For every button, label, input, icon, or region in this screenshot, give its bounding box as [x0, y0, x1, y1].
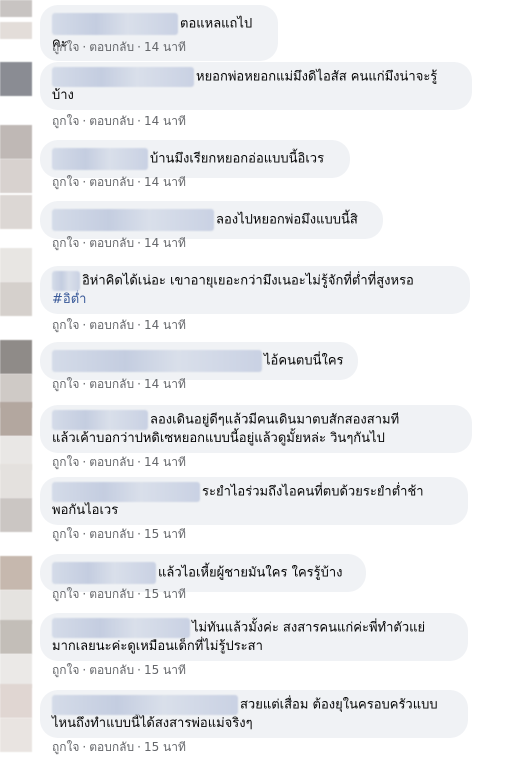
- reply-link[interactable]: ตอบกลับ: [89, 175, 134, 189]
- comment-feed: ตอแหลแถไปคะ ถูกใจ · ตอบกลับ · 14 นาที หยอกพ่…: [0, 0, 522, 784]
- comment-text-line-2: บ้าง: [52, 88, 74, 103]
- avatar[interactable]: [0, 195, 32, 229]
- comment-timestamp[interactable]: 15 นาที: [144, 740, 186, 754]
- comment-meta: ถูกใจ · ตอบกลับ · 14 นาที: [52, 318, 186, 332]
- like-link[interactable]: ถูกใจ: [52, 740, 79, 754]
- like-link[interactable]: ถูกใจ: [52, 114, 79, 128]
- comment-timestamp[interactable]: 14 นาที: [144, 318, 186, 332]
- avatar[interactable]: [0, 62, 32, 96]
- comment-timestamp[interactable]: 14 นาที: [144, 40, 186, 54]
- like-link[interactable]: ถูกใจ: [52, 663, 79, 677]
- comment-timestamp[interactable]: 14 นาที: [144, 175, 186, 189]
- avatar[interactable]: [0, 340, 32, 374]
- avatar[interactable]: [0, 22, 32, 39]
- commenter-name[interactable]: [52, 562, 156, 584]
- comment-timestamp[interactable]: 14 นาที: [144, 236, 186, 250]
- like-link[interactable]: ถูกใจ: [52, 236, 79, 250]
- comment-bubble: อิห่าคิดได้เน่อะ เขาอายุเยอะกว่ามึงเนอะไ…: [40, 266, 470, 314]
- comment-text-line-2: พอกันไอเวร: [52, 503, 119, 518]
- comment-timestamp[interactable]: 14 นาที: [144, 455, 186, 469]
- reply-link[interactable]: ตอบกลับ: [89, 740, 134, 754]
- comment-bubble: ระยำไอร่วมถึงไอคนที่ตบด้วยระยำต่ำช้า พอก…: [40, 477, 468, 525]
- avatar[interactable]: [0, 282, 32, 316]
- comment-text: ไอ้คนตบนี่ใคร: [264, 353, 344, 369]
- comment-meta: ถูกใจ · ตอบกลับ · 15 นาที: [52, 527, 186, 541]
- avatar[interactable]: [0, 0, 32, 17]
- comment-meta: ถูกใจ · ตอบกลับ · 14 นาที: [52, 236, 186, 250]
- comment-meta: ถูกใจ · ตอบกลับ · 14 นาที: [52, 377, 186, 391]
- like-link[interactable]: ถูกใจ: [52, 587, 79, 601]
- comment-timestamp[interactable]: 15 นาที: [144, 587, 186, 601]
- avatar[interactable]: [0, 464, 32, 498]
- comment-bubble: ไม่ทันแล้วมั้งค่ะ สงสารคนแก่ค่ะพี่ทำตัวแ…: [40, 613, 468, 661]
- comment-bubble: ลองเดินอยู่ดีๆแล้วมีคนเดินมาตบสักสองสามท…: [40, 405, 472, 453]
- comment-bubble: ลองไปหยอกพ่อมึงแบบนี้สิ: [40, 201, 383, 239]
- avatar[interactable]: [0, 248, 32, 282]
- reply-link[interactable]: ตอบกลับ: [89, 236, 134, 250]
- commenter-name[interactable]: [52, 482, 200, 502]
- avatar[interactable]: [0, 498, 32, 532]
- comment-text: บ้านมึงเรียกหยอกอ่อแบบนี้อิเวร: [150, 151, 325, 167]
- avatar[interactable]: [0, 684, 32, 718]
- like-link[interactable]: ถูกใจ: [52, 175, 79, 189]
- avatar[interactable]: [0, 159, 32, 193]
- comment-text-line-1: ระยำไอร่วมถึงไอคนที่ตบด้วยระยำต่ำช้า: [202, 484, 424, 500]
- reply-link[interactable]: ตอบกลับ: [89, 527, 134, 541]
- comment-timestamp[interactable]: 14 นาที: [144, 114, 186, 128]
- comment-meta: ถูกใจ · ตอบกลับ · 15 นาที: [52, 663, 186, 677]
- commenter-name[interactable]: [52, 410, 148, 430]
- comment-text-line-2: ไหนถึงทำแบบนี้ได้สงสารพ่อแม่จริงๆ: [52, 716, 253, 731]
- commenter-name[interactable]: [52, 67, 194, 87]
- comment-text-line-1: ไม่ทันแล้วมั้งค่ะ สงสารคนแก่ค่ะพี่ทำตัวแ…: [192, 620, 426, 636]
- reply-link[interactable]: ตอบกลับ: [89, 40, 134, 54]
- reply-link[interactable]: ตอบกลับ: [89, 587, 134, 601]
- comment-meta: ถูกใจ · ตอบกลับ · 14 นาที: [52, 175, 186, 189]
- like-link[interactable]: ถูกใจ: [52, 377, 79, 391]
- avatar[interactable]: [0, 402, 32, 436]
- comment-timestamp[interactable]: 15 นาที: [144, 663, 186, 677]
- reply-link[interactable]: ตอบกลับ: [89, 377, 134, 391]
- reply-link[interactable]: ตอบกลับ: [89, 663, 134, 677]
- commenter-name[interactable]: [52, 209, 214, 231]
- comment-bubble: บ้านมึงเรียกหยอกอ่อแบบนี้อิเวร: [40, 140, 350, 178]
- comment-meta: ถูกใจ · ตอบกลับ · 14 นาที: [52, 455, 186, 469]
- comment-meta: ถูกใจ · ตอบกลับ · 15 นาที: [52, 587, 186, 601]
- avatar[interactable]: [0, 125, 32, 159]
- comment-meta: ถูกใจ · ตอบกลับ · 15 นาที: [52, 740, 186, 754]
- like-link[interactable]: ถูกใจ: [52, 455, 79, 469]
- avatar[interactable]: [0, 620, 32, 654]
- commenter-name[interactable]: [52, 618, 190, 638]
- commenter-name[interactable]: [52, 13, 178, 35]
- comment-timestamp[interactable]: 15 นาที: [144, 527, 186, 541]
- avatar[interactable]: [0, 654, 32, 688]
- reply-link[interactable]: ตอบกลับ: [89, 114, 134, 128]
- comment-text-line-1: ลองเดินอยู่ดีๆแล้วมีคนเดินมาตบสักสองสามท…: [150, 412, 400, 428]
- comment-text: แล้วไอเหี้ยผู้ชายมันใคร ใครรู้บ้าง: [158, 565, 343, 581]
- hashtag-link[interactable]: #อิต่ำ: [52, 291, 458, 309]
- comment-meta: ถูกใจ · ตอบกลับ · 14 นาที: [52, 114, 186, 128]
- commenter-name[interactable]: [52, 350, 262, 372]
- comment-bubble: ไอ้คนตบนี่ใคร: [40, 342, 358, 380]
- reply-link[interactable]: ตอบกลับ: [89, 455, 134, 469]
- comment-text-line-1: อิห่าคิดได้เน่อะ เขาอายุเยอะกว่ามึงเนอะไ…: [82, 273, 414, 289]
- like-link[interactable]: ถูกใจ: [52, 527, 79, 541]
- comment-meta: ถูกใจ · ตอบกลับ · 14 นาที: [52, 40, 186, 54]
- comment-text-line-1: สวยแต่เสื่อม ต้องยุในครอบครัวแบบ: [240, 697, 438, 713]
- comment-text-line-2: มากเลยนะค่ะดูเหมือนเด็กที่ไม่รู้ประสา: [52, 639, 263, 654]
- comment-text: ลองไปหยอกพ่อมึงแบบนี้สิ: [216, 212, 358, 228]
- commenter-name[interactable]: [52, 148, 148, 170]
- comment-bubble: สวยแต่เสื่อม ต้องยุในครอบครัวแบบ ไหนถึงท…: [40, 690, 468, 738]
- commenter-name[interactable]: [52, 695, 238, 715]
- like-link[interactable]: ถูกใจ: [52, 40, 79, 54]
- comment-text-line-1: หยอกพ่อหยอกแม่มึงดิไอสัส คนแก่มึงน่าจะรู…: [196, 69, 438, 85]
- comment-bubble: หยอกพ่อหยอกแม่มึงดิไอสัส คนแก่มึงน่าจะรู…: [40, 62, 472, 110]
- like-link[interactable]: ถูกใจ: [52, 318, 79, 332]
- avatar[interactable]: [0, 718, 32, 752]
- comment-timestamp[interactable]: 14 นาที: [144, 377, 186, 391]
- avatar[interactable]: [0, 556, 32, 590]
- reply-link[interactable]: ตอบกลับ: [89, 318, 134, 332]
- commenter-name[interactable]: [52, 271, 80, 291]
- avatar[interactable]: [0, 590, 32, 624]
- comment-text-line-2: แล้วเค้าบอกว่าปหดิเซหยอกแบบนี้อยู่แล้วดู…: [52, 431, 385, 446]
